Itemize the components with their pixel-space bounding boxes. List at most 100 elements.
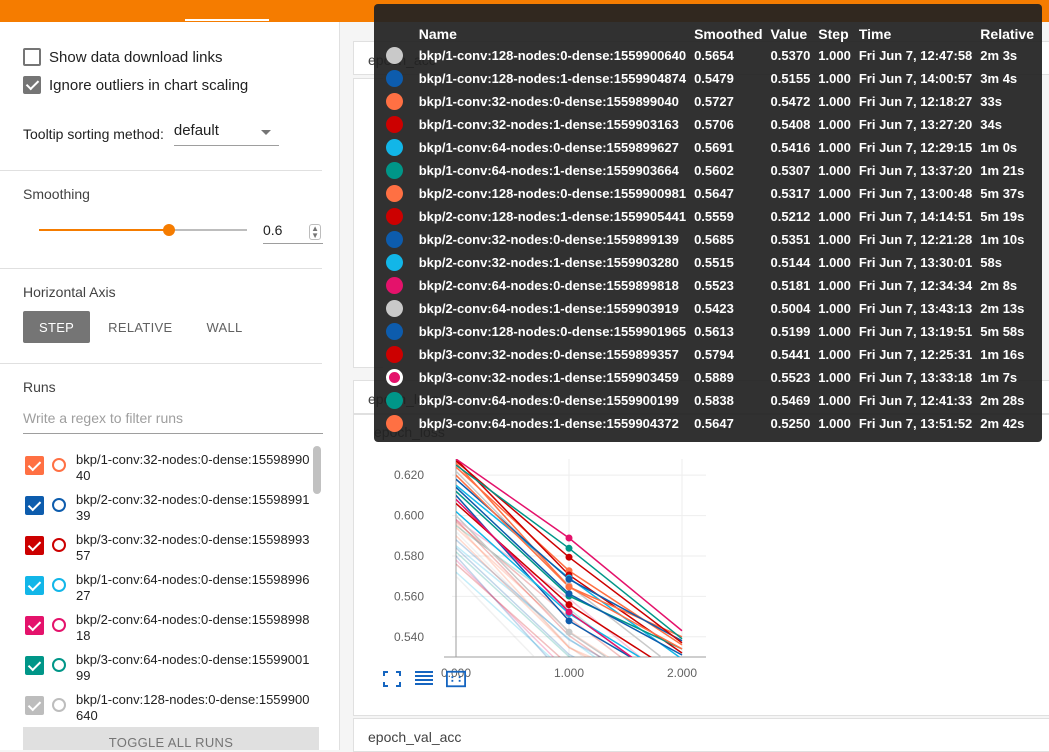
ignore-outliers-checkbox[interactable]: [23, 76, 41, 94]
tooltip-cell-name: bkp/1-conv:32-nodes:1-dense:1559903163: [418, 117, 679, 132]
fullscreen-icon[interactable]: [382, 670, 402, 688]
tooltip-cell-name: bkp/1-conv:128-nodes:1-dense:1559904874: [418, 71, 687, 86]
tooltip-row: bkp/2-conv:32-nodes:1-dense:1559903280 0.…: [386, 251, 1042, 274]
tooltip-row: bkp/1-conv:32-nodes:1-dense:1559903163 0.…: [386, 113, 1042, 136]
tooltip-cell-relative: 2m 8s: [980, 278, 1018, 293]
run-color-dot-icon: [386, 47, 403, 65]
show-download-links-row[interactable]: Show data download links: [23, 48, 222, 66]
run-checkbox[interactable]: [25, 496, 44, 515]
tooltip-cell-step: 1.000: [818, 117, 851, 132]
show-download-links-checkbox[interactable]: [23, 48, 41, 66]
x-tick-label: 1.000: [554, 666, 584, 680]
tooltip-header-name: Name: [418, 25, 457, 42]
tooltip-cell-relative: 2m 42s: [980, 416, 1025, 431]
run-checkbox[interactable]: [25, 576, 44, 595]
tooltip-cell-smoothed: 0.5647: [694, 186, 734, 201]
tooltip-cell-step: 1.000: [818, 278, 851, 293]
chart-toolbar: [382, 670, 478, 688]
tooltip-cell-smoothed: 0.5602: [694, 163, 734, 178]
ignore-outliers-row[interactable]: Ignore outliers in chart scaling: [23, 76, 248, 94]
tooltip-cell-name: bkp/3-conv:64-nodes:1-dense:1559904372: [418, 416, 679, 431]
tooltip-cell-relative: 5m 19s: [980, 209, 1025, 224]
tooltip-cell-time: Fri Jun 7, 13:43:13: [858, 301, 973, 316]
axis-step-button[interactable]: STEP: [23, 311, 91, 343]
run-item[interactable]: bkp/1-conv:64-nodes:0-dense:1559899627: [25, 572, 314, 604]
smoothing-title: Smoothing: [23, 186, 90, 202]
smoothing-slider-thumb[interactable]: [162, 224, 175, 236]
tooltip-cell-value: 0.5155: [770, 71, 811, 86]
run-item[interactable]: bkp/3-conv:64-nodes:0-dense:1559900199: [25, 652, 314, 684]
tooltip-sort-select[interactable]: default: [173, 122, 279, 146]
run-item[interactable]: bkp/2-conv:64-nodes:0-dense:1559899818: [25, 612, 314, 644]
axis-relative-button[interactable]: RELATIVE: [92, 311, 188, 343]
divider: [0, 363, 322, 364]
tooltip-cell-value: 0.5144: [770, 255, 811, 270]
epoch-loss-chart[interactable]: 0.6200.6000.5800.5600.5400.000 1.000 2.000: [354, 451, 714, 701]
smoothing-value-input[interactable]: 0.6 ▲ ▼: [263, 220, 323, 244]
series-point: [565, 628, 573, 636]
run-color-dot-icon: [386, 208, 403, 226]
divider: [0, 170, 322, 171]
spinner-arrows-icon[interactable]: ▲ ▼: [309, 224, 321, 240]
tooltip-cell-time: Fri Jun 7, 12:21:28: [858, 232, 973, 247]
run-color-circle-icon[interactable]: [52, 698, 66, 712]
tooltip-cell-name: bkp/1-conv:64-nodes:1-dense:1559903664: [418, 163, 679, 178]
run-name: bkp/3-conv:32-nodes:0-dense:1559899357: [76, 532, 310, 563]
tooltip-cell-value: 0.5250: [770, 416, 811, 431]
run-item[interactable]: bkp/1-conv:32-nodes:0-dense:1559899040: [25, 452, 314, 484]
tooltip-dot-cell: [386, 182, 419, 205]
smoothing-slider[interactable]: [39, 224, 247, 236]
tooltip-cell-name: bkp/2-conv:32-nodes:1-dense:1559903280: [418, 255, 679, 270]
toggle-all-runs-button[interactable]: TOGGLE ALL RUNS: [23, 727, 319, 750]
tooltip-dot-cell: [386, 136, 419, 159]
run-checkbox[interactable]: [25, 536, 44, 555]
run-checkbox[interactable]: [25, 656, 44, 675]
tooltip-cell-step: 1.000: [818, 255, 851, 270]
tooltip-cell-value: 0.5408: [770, 117, 811, 132]
epoch-val-acc-card-header[interactable]: epoch_val_acc: [353, 718, 1049, 752]
tooltip-cell-value: 0.5351: [770, 232, 811, 247]
run-color-circle-icon[interactable]: [52, 658, 66, 672]
tooltip-cell-name: bkp/2-conv:64-nodes:0-dense:1559899818: [418, 278, 679, 293]
run-checkbox[interactable]: [25, 696, 44, 715]
tooltip-dot-cell: [386, 320, 419, 343]
runs-scrollbar[interactable]: [313, 446, 321, 494]
tooltip-cell-relative: 1m 0s: [980, 140, 1018, 155]
run-item[interactable]: bkp/3-conv:32-nodes:0-dense:1559899357: [25, 532, 314, 564]
chart-tooltip: Name Smoothed Value Step Time Relative b…: [374, 4, 1042, 442]
series-point: [565, 617, 573, 625]
sidebar: Show data download links Ignore outliers…: [0, 22, 340, 750]
tooltip-cell-smoothed: 0.5706: [694, 117, 734, 132]
run-checkbox[interactable]: [25, 456, 44, 475]
run-color-circle-icon[interactable]: [52, 458, 66, 472]
run-color-circle-icon[interactable]: [52, 578, 66, 592]
run-name: bkp/2-conv:32-nodes:0-dense:1559899139: [76, 492, 310, 523]
tooltip-cell-smoothed: 0.5479: [694, 71, 734, 86]
tooltip-cell-time: Fri Jun 7, 13:27:20: [858, 117, 973, 132]
run-checkbox[interactable]: [25, 616, 44, 635]
x-tick-label: 2.000: [667, 666, 697, 680]
runs-filter-input[interactable]: Write a regex to filter runs: [23, 410, 323, 434]
list-icon[interactable]: [414, 670, 434, 688]
tooltip-cell-value: 0.5317: [770, 186, 811, 201]
tooltip-dot-cell: [386, 297, 419, 320]
run-color-circle-icon[interactable]: [52, 498, 66, 512]
tooltip-row: bkp/3-conv:64-nodes:1-dense:1559904372 0.…: [386, 412, 1042, 435]
smoothing-slider-fill: [39, 229, 169, 231]
tooltip-sort-row: Tooltip sorting method: default: [23, 122, 279, 146]
tooltip-row: bkp/1-conv:64-nodes:1-dense:1559903664 0.…: [386, 159, 1042, 182]
tooltip-cell-smoothed: 0.5515: [694, 255, 734, 270]
axis-wall-button[interactable]: WALL: [190, 311, 258, 343]
tooltip-cell-time: Fri Jun 7, 14:14:51: [858, 209, 973, 224]
run-color-dot-icon: [386, 139, 403, 157]
tooltip-cell-smoothed: 0.5647: [694, 416, 734, 431]
run-color-dot-icon: [386, 93, 403, 111]
run-item[interactable]: bkp/1-conv:128-nodes:0-dense:1559900640: [25, 692, 314, 724]
run-color-circle-icon[interactable]: [52, 538, 66, 552]
tooltip-dot-cell: [386, 412, 419, 435]
fit-domain-icon[interactable]: [446, 670, 466, 688]
run-color-circle-icon[interactable]: [52, 618, 66, 632]
tooltip-cell-name: bkp/2-conv:128-nodes:1-dense:1559905441: [418, 209, 687, 224]
run-name: bkp/3-conv:64-nodes:0-dense:1559900199: [76, 652, 310, 683]
run-item[interactable]: bkp/2-conv:32-nodes:0-dense:1559899139: [25, 492, 314, 524]
